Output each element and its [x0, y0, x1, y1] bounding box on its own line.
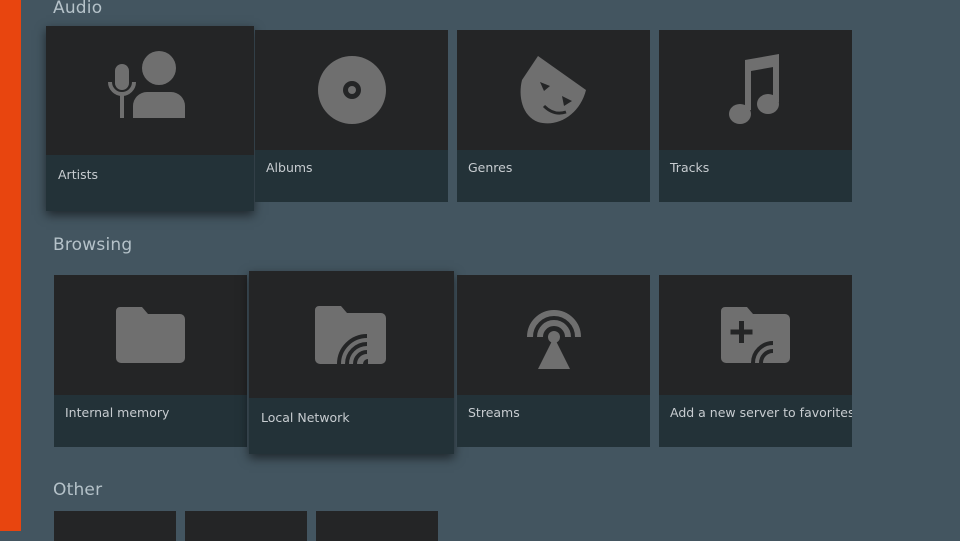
card-other-3[interactable]: [316, 511, 438, 541]
section-title-other: Other: [53, 480, 103, 500]
album-disc-icon: [317, 56, 386, 124]
card-internal-memory[interactable]: Internal memory: [54, 275, 247, 447]
card-add-server[interactable]: Add a new server to favorites: [659, 275, 852, 447]
card-label-tracks: Tracks: [670, 160, 710, 175]
card-label-add-server: Add a new server to favorites: [670, 405, 852, 420]
network-folder-icon: [314, 306, 386, 364]
card-tracks[interactable]: Tracks: [659, 30, 852, 202]
genre-mask-icon: [520, 56, 586, 124]
card-label-artists: Artists: [58, 167, 98, 182]
card-label-local-network: Local Network: [261, 410, 350, 425]
card-label-albums: Albums: [266, 160, 313, 175]
card-other-1[interactable]: [54, 511, 176, 541]
antenna-stream-icon: [526, 310, 581, 369]
card-artists[interactable]: Artists: [46, 26, 254, 211]
card-streams[interactable]: Streams: [457, 275, 650, 447]
accent-side-bar: [0, 0, 21, 531]
add-server-folder-icon: [720, 307, 790, 363]
card-albums[interactable]: Albums: [255, 30, 448, 202]
folder-icon: [115, 307, 185, 363]
section-title-browsing: Browsing: [53, 235, 133, 255]
card-label-streams: Streams: [468, 405, 520, 420]
card-other-2[interactable]: [185, 511, 307, 541]
artist-mic-person-icon: [108, 51, 185, 118]
card-genres[interactable]: Genres: [457, 30, 650, 202]
section-title-audio: Audio: [53, 0, 103, 18]
card-label-genres: Genres: [468, 160, 513, 175]
card-label-internal-memory: Internal memory: [65, 405, 170, 420]
card-local-network[interactable]: Local Network: [249, 271, 454, 454]
music-note-icon: [728, 54, 779, 124]
